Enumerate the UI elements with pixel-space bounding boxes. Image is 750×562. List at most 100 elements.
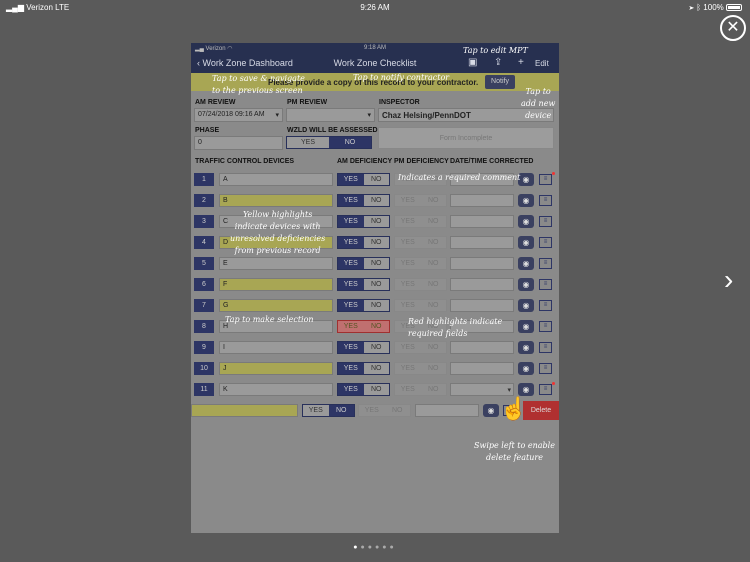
pm-deficiency-toggle[interactable]: YES NO	[394, 383, 447, 396]
camera-icon[interactable]: ◉	[518, 299, 534, 312]
camera-icon[interactable]: ◉	[518, 362, 534, 375]
comment-icon[interactable]: ≡	[539, 258, 552, 269]
am-no[interactable]: NO	[363, 279, 389, 290]
pm-deficiency-toggle[interactable]: YES NO	[394, 194, 447, 207]
am-yes[interactable]: YES	[338, 300, 364, 311]
camera-icon[interactable]: ◉	[518, 173, 534, 186]
pm-yes[interactable]: YES	[395, 216, 421, 227]
pm-no[interactable]: NO	[420, 237, 446, 248]
close-button[interactable]: ✕	[720, 15, 746, 41]
pm-no[interactable]: NO	[420, 363, 446, 374]
pm-yes[interactable]: YES	[395, 237, 421, 248]
pm-yes[interactable]: YES	[395, 300, 421, 311]
pm-no[interactable]: NO	[384, 405, 410, 416]
comment-icon[interactable]: ≡	[539, 174, 552, 185]
notify-button[interactable]: Notify	[485, 75, 515, 89]
date-corrected-field[interactable]: ▾	[450, 383, 514, 396]
date-corrected-field[interactable]	[450, 362, 514, 375]
page-dot[interactable]: ●	[389, 544, 396, 551]
pm-deficiency-toggle[interactable]: YES NO	[394, 278, 447, 291]
camera-icon[interactable]: ◉	[483, 404, 499, 417]
comment-icon[interactable]: ≡	[539, 237, 552, 248]
am-deficiency-toggle[interactable]: YES NO	[337, 299, 390, 312]
comment-icon[interactable]: ≡	[539, 216, 552, 227]
am-no[interactable]: NO	[363, 300, 389, 311]
am-yes[interactable]: YES	[338, 216, 364, 227]
date-corrected-field[interactable]	[450, 278, 514, 291]
camera-icon[interactable]: ◉	[518, 278, 534, 291]
comment-icon[interactable]: ≡	[539, 321, 552, 332]
comment-icon[interactable]: ≡	[539, 342, 552, 353]
date-corrected-field[interactable]	[450, 236, 514, 249]
comment-icon[interactable]: ≡	[539, 384, 552, 395]
pm-yes[interactable]: YES	[395, 384, 421, 395]
device-name-field[interactable]: B	[219, 194, 333, 207]
am-no[interactable]: NO	[363, 342, 389, 353]
am-yes[interactable]: YES	[338, 237, 364, 248]
comment-icon[interactable]: ≡	[539, 279, 552, 290]
form-status-button[interactable]: Form Incomplete	[378, 127, 554, 149]
pm-deficiency-toggle[interactable]: YES NO	[394, 362, 447, 375]
am-yes[interactable]: YES	[338, 342, 364, 353]
date-field[interactable]	[415, 404, 479, 417]
device-name-field[interactable]: E	[219, 257, 333, 270]
page-dot[interactable]: ●	[361, 544, 368, 551]
pm-no[interactable]: NO	[420, 258, 446, 269]
pm-deficiency-toggle[interactable]: YES NO	[394, 299, 447, 312]
date-corrected-field[interactable]	[450, 257, 514, 270]
am-deficiency-toggle[interactable]: YES NO	[337, 320, 390, 333]
pm-no[interactable]: NO	[420, 216, 446, 227]
pm-yes[interactable]: YES	[395, 258, 421, 269]
am-no[interactable]: NO	[363, 258, 389, 269]
swiped-device-field[interactable]	[191, 404, 298, 417]
pm-yes[interactable]: YES	[395, 363, 421, 374]
am-deficiency-toggle[interactable]: YES NO	[337, 215, 390, 228]
device-name-field[interactable]: J	[219, 362, 333, 375]
am-no[interactable]: NO	[363, 237, 389, 248]
camera-icon[interactable]: ◉	[518, 236, 534, 249]
pm-no[interactable]: NO	[420, 384, 446, 395]
am-yes[interactable]: YES	[303, 405, 329, 416]
camera-icon[interactable]: ◉	[518, 215, 534, 228]
delete-button[interactable]: Delete	[523, 401, 559, 420]
date-corrected-field[interactable]	[450, 299, 514, 312]
pm-toggle[interactable]: YES NO	[358, 404, 411, 417]
phase-field[interactable]: 0	[194, 136, 283, 150]
device-name-field[interactable]: I	[219, 341, 333, 354]
am-toggle[interactable]: YES NO	[302, 404, 355, 417]
pm-deficiency-toggle[interactable]: YES NO	[394, 215, 447, 228]
pm-yes[interactable]: YES	[359, 405, 385, 416]
am-no[interactable]: NO	[363, 321, 389, 332]
device-name-field[interactable]: K	[219, 383, 333, 396]
wzld-yes[interactable]: YES	[287, 137, 329, 148]
camera-icon[interactable]: ◉	[518, 194, 534, 207]
am-yes[interactable]: YES	[338, 384, 364, 395]
page-dot[interactable]: ●	[353, 544, 360, 551]
pm-yes[interactable]: YES	[395, 279, 421, 290]
pm-no[interactable]: NO	[420, 195, 446, 206]
edit-button[interactable]: Edit	[535, 59, 549, 68]
pm-yes[interactable]: YES	[395, 195, 421, 206]
am-yes[interactable]: YES	[338, 195, 364, 206]
wzld-toggle[interactable]: YES NO	[286, 136, 372, 149]
camera-icon[interactable]: ◉	[518, 320, 534, 333]
am-no[interactable]: NO	[363, 363, 389, 374]
camera-icon[interactable]: ◉	[518, 383, 534, 396]
am-deficiency-toggle[interactable]: YES NO	[337, 362, 390, 375]
page-dot[interactable]: ●	[368, 544, 375, 551]
am-yes[interactable]: YES	[338, 258, 364, 269]
date-corrected-field[interactable]	[450, 215, 514, 228]
pm-deficiency-toggle[interactable]: YES NO	[394, 236, 447, 249]
am-no[interactable]: NO	[328, 405, 354, 416]
am-yes[interactable]: YES	[338, 321, 364, 332]
am-deficiency-toggle[interactable]: YES NO	[337, 173, 390, 186]
pm-yes[interactable]: YES	[395, 342, 421, 353]
device-name-field[interactable]: A	[219, 173, 333, 186]
am-yes[interactable]: YES	[338, 279, 364, 290]
camera-icon[interactable]: ◉	[518, 341, 534, 354]
date-corrected-field[interactable]	[450, 341, 514, 354]
pm-review-field[interactable]: ▾	[286, 108, 375, 122]
pm-no[interactable]: NO	[420, 279, 446, 290]
am-deficiency-toggle[interactable]: YES NO	[337, 236, 390, 249]
camera-icon[interactable]: ◉	[518, 257, 534, 270]
